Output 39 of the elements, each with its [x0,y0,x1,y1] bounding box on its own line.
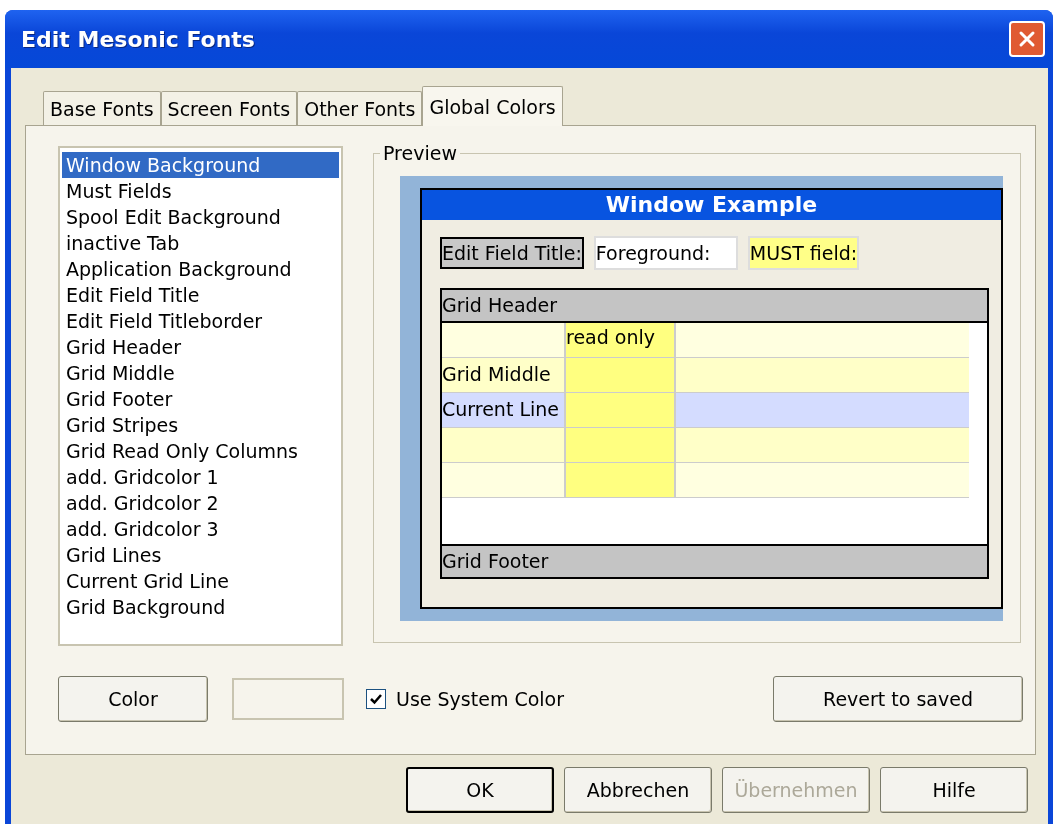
list-item[interactable]: Grid Lines [62,542,339,568]
list-item[interactable]: Grid Header [62,334,339,360]
grid-header: Grid Header [442,290,987,323]
color-button[interactable]: Color [58,676,208,722]
tab[interactable]: Screen Fonts [160,91,298,125]
list-item[interactable]: Window Background [62,152,339,178]
dialog-button[interactable]: OK [406,767,554,813]
revert-button[interactable]: Revert to saved [773,676,1023,722]
list-item[interactable]: inactive Tab [62,230,339,256]
example-title: Window Example [422,190,1001,220]
list-item[interactable]: Edit Field Title [62,282,339,308]
field-title: Edit Field Title: [440,237,584,269]
list-item[interactable]: Grid Footer [62,386,339,412]
dialog-button[interactable]: Hilfe [880,767,1028,813]
use-system-color-checkbox[interactable]: Use System Color [366,688,565,710]
tab[interactable]: Base Fonts [43,91,161,125]
list-item[interactable]: add. Gridcolor 3 [62,516,339,542]
check-icon [369,692,383,706]
read-only-cell: read only [566,323,676,357]
list-item[interactable]: Current Grid Line [62,568,339,594]
grid-footer: Grid Footer [442,544,987,577]
list-item[interactable]: Grid Middle [62,360,339,386]
list-item[interactable]: Edit Field Titleborder [62,308,339,334]
list-item[interactable]: Spool Edit Background [62,204,339,230]
list-item[interactable]: add. Gridcolor 2 [62,490,339,516]
must-field: MUST field: [747,236,860,270]
list-item[interactable]: Grid Stripes [62,412,339,438]
list-item[interactable]: Grid Read Only Columns [62,438,339,464]
dialog-button[interactable]: Abbrechen [564,767,712,813]
tab[interactable]: Other Fonts [297,91,423,125]
close-button[interactable] [1009,21,1045,57]
list-item[interactable]: Grid Background [62,594,339,620]
checkbox[interactable] [366,689,386,709]
window-title: Edit Mesonic Fonts [21,26,255,52]
list-item[interactable]: add. Gridcolor 1 [62,464,339,490]
list-item[interactable]: Must Fields [62,178,339,204]
list-item[interactable]: Application Background [62,256,339,282]
foreground-field: Foreground: [593,236,738,270]
tab[interactable]: Global Colors [422,86,563,126]
